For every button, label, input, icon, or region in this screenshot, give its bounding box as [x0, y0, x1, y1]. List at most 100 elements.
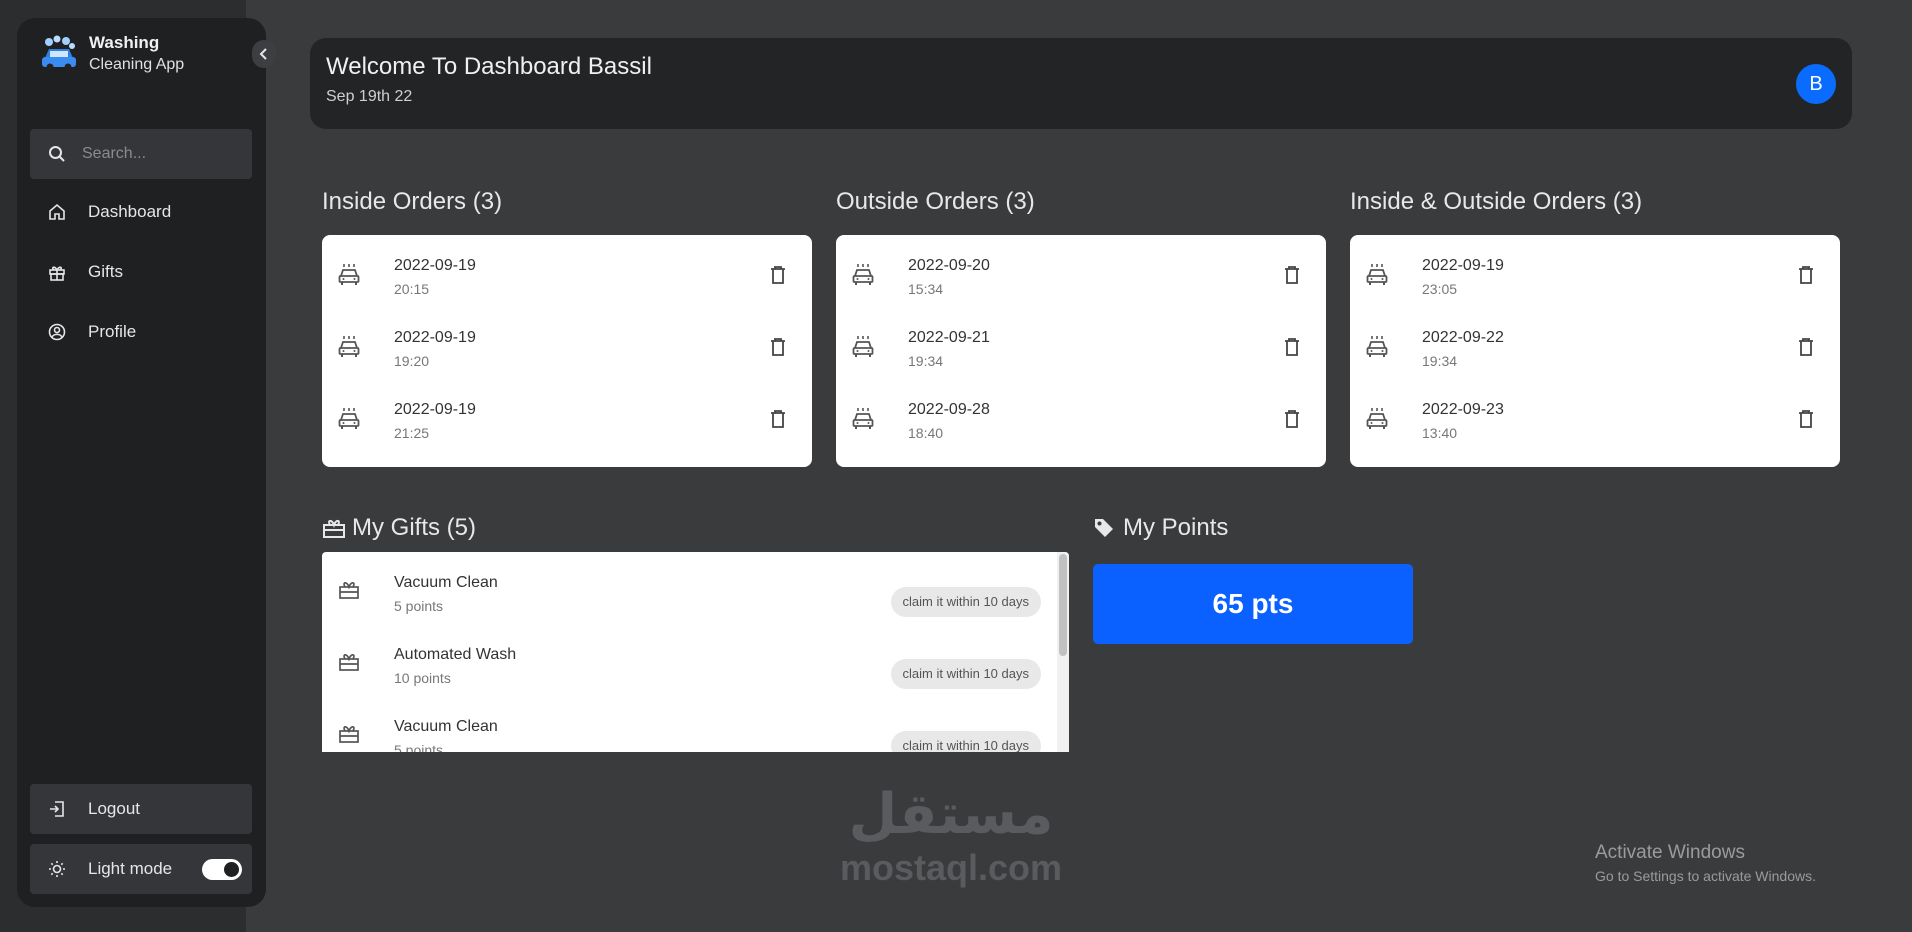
- search-icon: [49, 146, 65, 162]
- gift-row[interactable]: Automated Wash 10 points claim it within 1…: [322, 632, 1069, 704]
- trash-icon: [1799, 338, 1813, 356]
- trash-icon: [771, 266, 785, 284]
- my-points-title: My Points: [1093, 514, 1228, 542]
- gift-points: 10 points: [394, 670, 451, 686]
- trash-icon: [1285, 338, 1299, 356]
- order-row[interactable]: 2022-09-23 13:40: [1350, 387, 1840, 459]
- gift-icon: [323, 519, 345, 538]
- car-wash-icon: [338, 336, 360, 357]
- sun-icon: [49, 861, 65, 877]
- gift-row[interactable]: Vacuum Clean 5 points claim it within 10 d…: [322, 560, 1069, 632]
- order-row[interactable]: 2022-09-19 20:15: [322, 243, 812, 315]
- car-wash-logo-icon: [42, 35, 76, 71]
- claim-badge[interactable]: claim it within 10 days: [890, 587, 1041, 617]
- order-row[interactable]: 2022-09-19 19:20: [322, 315, 812, 387]
- order-icon-wrap: [338, 407, 360, 436]
- order-row[interactable]: 2022-09-28 18:40: [836, 387, 1326, 459]
- sidebar-item-gifts[interactable]: Gifts: [30, 247, 252, 297]
- brand-subtitle: Cleaning App: [89, 56, 185, 73]
- claim-badge[interactable]: claim it within 10 days: [890, 659, 1041, 689]
- order-row[interactable]: 2022-09-20 15:34: [836, 243, 1326, 315]
- order-row[interactable]: 2022-09-19 23:05: [1350, 243, 1840, 315]
- sidebar: Washing Cleaning App Dashboard Gifts: [17, 18, 276, 907]
- gift-row[interactable]: Vacuum Clean 5 points claim it within 10 d…: [322, 704, 1069, 752]
- delete-order-button[interactable]: [1284, 337, 1300, 362]
- gift-points: 5 points: [394, 742, 444, 752]
- order-icon-wrap: [338, 263, 360, 292]
- outside-orders-title: Outside Orders (3): [836, 188, 1035, 215]
- watermark-latin: mostaql.com: [840, 847, 1063, 888]
- gift-icon-wrap: [338, 724, 360, 749]
- order-time: 20:15: [394, 281, 430, 297]
- delete-order-button[interactable]: [770, 265, 786, 290]
- sidebar-item-profile[interactable]: Profile: [30, 307, 252, 357]
- sidebar-item-label: Gifts: [88, 262, 123, 281]
- car-wash-icon: [1366, 264, 1388, 285]
- brand-title: Washing: [89, 33, 160, 52]
- search-input[interactable]: [82, 145, 232, 163]
- delete-order-button[interactable]: [770, 409, 786, 434]
- car-wash-icon: [852, 336, 874, 357]
- delete-order-button[interactable]: [1798, 265, 1814, 290]
- chevron-left-icon: [259, 48, 267, 60]
- activate-windows-notice: Activate Windows Go to Settings to activ…: [1595, 842, 1816, 884]
- page-title: Welcome To Dashboard Bassil: [326, 53, 652, 80]
- sidebar-item-label: Profile: [88, 322, 137, 341]
- order-icon-wrap: [1366, 335, 1388, 364]
- trash-icon: [1799, 266, 1813, 284]
- outside-orders-card: 2022-09-20 15:34 2022-09-21 19:34 2022-09-28…: [836, 235, 1326, 467]
- sidebar-collapse-button[interactable]: [252, 40, 276, 68]
- gift-points: 5 points: [394, 598, 444, 614]
- my-gifts-title: My Gifts (5): [322, 514, 476, 542]
- order-row[interactable]: 2022-09-21 19:34: [836, 315, 1326, 387]
- brand[interactable]: Washing Cleaning App: [39, 32, 184, 76]
- search-box[interactable]: [30, 129, 252, 179]
- trash-icon: [1285, 410, 1299, 428]
- avatar[interactable]: B: [1796, 64, 1836, 104]
- order-time: 19:20: [394, 353, 430, 369]
- gift-name: Vacuum Clean: [394, 574, 498, 591]
- delete-order-button[interactable]: [1798, 337, 1814, 362]
- light-mode-toggle[interactable]: [202, 859, 242, 880]
- order-time: 13:40: [1422, 425, 1458, 441]
- delete-order-button[interactable]: [1284, 409, 1300, 434]
- light-mode-label: Light mode: [88, 859, 173, 878]
- tag-icon: [1095, 519, 1113, 537]
- dashboard-header: Welcome To Dashboard Bassil Sep 19th 22 …: [310, 38, 1852, 129]
- order-date: 2022-09-19: [1422, 257, 1504, 274]
- order-icon-wrap: [852, 407, 874, 436]
- header-date: Sep 19th 22: [326, 88, 413, 105]
- trash-icon: [1285, 266, 1299, 284]
- gifts-card[interactable]: Vacuum Clean 5 points claim it within 10 d…: [322, 552, 1069, 752]
- order-row[interactable]: 2022-09-19 21:25: [322, 387, 812, 459]
- gift-name: Automated Wash: [394, 646, 517, 663]
- car-wash-icon: [338, 264, 360, 285]
- gift-icon: [49, 266, 65, 281]
- points-value: 65 pts: [1093, 564, 1413, 644]
- order-time: 23:05: [1422, 281, 1458, 297]
- my-gifts-title-text: My Gifts (5): [352, 514, 476, 541]
- my-points-title-text: My Points: [1123, 514, 1229, 541]
- delete-order-button[interactable]: [1284, 265, 1300, 290]
- delete-order-button[interactable]: [1798, 409, 1814, 434]
- order-date: 2022-09-22: [1422, 329, 1504, 346]
- claim-badge[interactable]: claim it within 10 days: [890, 731, 1041, 752]
- gift-icon: [339, 654, 359, 671]
- gift-icon: [339, 726, 359, 743]
- gift-icon-wrap: [338, 580, 360, 605]
- order-icon-wrap: [1366, 407, 1388, 436]
- gifts-scrollbar-track[interactable]: [1057, 552, 1069, 752]
- mostaql-watermark: مستقل mostaql.com: [840, 782, 1062, 888]
- delete-order-button[interactable]: [770, 337, 786, 362]
- home-icon: [49, 203, 65, 220]
- gifts-scrollbar-thumb[interactable]: [1059, 554, 1067, 656]
- car-wash-icon: [1366, 408, 1388, 429]
- order-row[interactable]: 2022-09-22 19:34: [1350, 315, 1840, 387]
- gift-icon-wrap: [338, 652, 360, 677]
- logout-button[interactable]: Logout: [30, 784, 252, 834]
- trash-icon: [771, 338, 785, 356]
- inside-orders-title: Inside Orders (3): [322, 188, 503, 215]
- sidebar-item-dashboard[interactable]: Dashboard: [30, 187, 252, 237]
- order-date: 2022-09-19: [394, 257, 476, 274]
- order-icon-wrap: [852, 335, 874, 364]
